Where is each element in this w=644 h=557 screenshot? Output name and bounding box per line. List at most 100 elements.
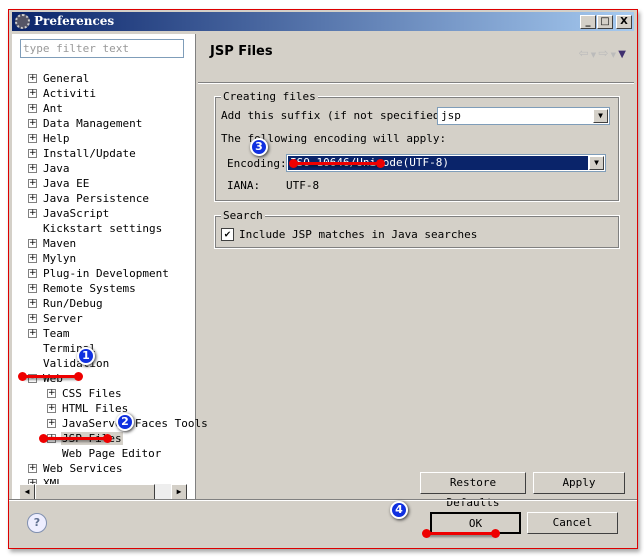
tree-item-label: Ant	[43, 102, 63, 115]
expand-icon[interactable]: +	[28, 209, 37, 218]
annotation-badge-4: 4	[390, 501, 408, 519]
tree-item-label: General	[43, 72, 90, 85]
back-arrow-icon[interactable]: ⇦	[578, 46, 588, 60]
tree-item-label: Java EE	[43, 177, 90, 190]
expand-icon[interactable]: +	[28, 179, 37, 188]
creating-files-group: Creating files Add this suffix (if not s…	[214, 90, 620, 202]
tree-item[interactable]: + Web Services	[28, 461, 123, 476]
expand-icon[interactable]: +	[28, 194, 37, 203]
tree-item[interactable]: + Ant	[28, 101, 64, 116]
scroll-thumb[interactable]	[35, 484, 155, 500]
expand-icon[interactable]: +	[47, 419, 56, 428]
expand-icon[interactable]: +	[28, 269, 37, 278]
ok-button[interactable]: OK	[430, 512, 521, 534]
tree-item[interactable]: Validation	[28, 356, 110, 371]
tree-item[interactable]: Kickstart settings	[28, 221, 163, 236]
tree-item[interactable]: + Java	[28, 161, 71, 176]
preferences-dialog: Preferences _ □ X type filter text + Gene…	[8, 9, 638, 549]
tree-item[interactable]: Web Page Editor	[47, 446, 162, 461]
filter-input[interactable]: type filter text	[20, 39, 184, 58]
annotation-underline-3	[289, 159, 385, 168]
back-dropdown-icon[interactable]: ▼	[589, 51, 599, 59]
tree-item[interactable]: + Java Persistence	[28, 191, 150, 206]
annotation-underline-2	[39, 434, 112, 443]
preferences-app-icon	[15, 14, 30, 29]
tree-item[interactable]: + Server	[28, 311, 84, 326]
maximize-button[interactable]: □	[597, 15, 613, 29]
expand-icon[interactable]: +	[28, 299, 37, 308]
include-jsp-checkbox[interactable]: ✔	[221, 228, 234, 241]
tree-item-label: Validation	[43, 357, 110, 370]
suffix-combo[interactable]: jsp ▼	[437, 107, 610, 125]
cancel-button[interactable]: Cancel	[527, 512, 618, 534]
tree-item[interactable]: + Team	[28, 326, 71, 341]
chevron-down-icon[interactable]: ▼	[593, 109, 608, 123]
tree-item[interactable]: + Help	[28, 131, 71, 146]
tree-item-label: Java	[43, 162, 70, 175]
annotation-underline-4	[422, 529, 500, 538]
tree-item[interactable]: + JavaScript	[28, 206, 110, 221]
expand-icon[interactable]: +	[28, 284, 37, 293]
scroll-left-icon[interactable]: ◀	[19, 484, 35, 500]
tree-horizontal-scrollbar[interactable]: ◀ ▶	[19, 484, 187, 500]
expand-icon[interactable]: +	[28, 134, 37, 143]
tree-item[interactable]: + Data Management	[28, 116, 143, 131]
expand-icon[interactable]: +	[28, 89, 37, 98]
tree-item[interactable]: + HTML Files	[47, 401, 129, 416]
help-icon[interactable]: ?	[27, 513, 47, 533]
expand-icon[interactable]: +	[28, 119, 37, 128]
iana-value: UTF-8	[286, 179, 320, 192]
include-jsp-label[interactable]: Include JSP matches in Java searches	[239, 228, 477, 241]
tree-item-label: Web Page Editor	[62, 447, 162, 460]
minimize-button[interactable]: _	[580, 15, 596, 29]
tree-item[interactable]: + Maven	[28, 236, 77, 251]
jsp-files-page: JSP Files ⇦ ▼ ⇨ ▼ ▼ Creating files Add t…	[198, 34, 634, 509]
tree-item[interactable]: + Plug-in Development	[28, 266, 170, 281]
view-menu-icon[interactable]: ▼	[618, 49, 626, 60]
expand-icon[interactable]: +	[28, 314, 37, 323]
annotation-badge-3: 3	[250, 138, 268, 156]
tree-item-label: CSS Files	[62, 387, 122, 400]
expand-icon[interactable]: +	[28, 464, 37, 473]
tree-item[interactable]: - Web	[28, 371, 64, 386]
expand-icon[interactable]: +	[47, 389, 56, 398]
expand-icon[interactable]: +	[28, 254, 37, 263]
forward-arrow-icon[interactable]: ⇨	[598, 46, 608, 60]
tree-item[interactable]: + Install/Update	[28, 146, 137, 161]
tree-item-label: Mylyn	[43, 252, 77, 265]
tree-item-label: Server	[43, 312, 83, 325]
restore-defaults-button[interactable]: Restore Defaults	[420, 472, 526, 509]
tree-item-label: Plug-in Development	[43, 267, 169, 280]
tree-item[interactable]: + General	[28, 71, 90, 86]
tree-item-label: Data Management	[43, 117, 143, 130]
close-button[interactable]: X	[616, 15, 632, 29]
chevron-down-icon[interactable]: ▼	[589, 156, 604, 170]
expand-icon[interactable]: +	[28, 329, 37, 338]
tree-item[interactable]: + Mylyn	[28, 251, 77, 266]
expand-icon[interactable]: +	[47, 404, 56, 413]
tree-item[interactable]: + Run/Debug	[28, 296, 104, 311]
tree-item-label: Team	[43, 327, 70, 340]
scroll-right-icon[interactable]: ▶	[171, 484, 187, 500]
expand-icon[interactable]: +	[28, 239, 37, 248]
annotation-badge-2: 2	[116, 413, 134, 431]
tree-item[interactable]: + Remote Systems	[28, 281, 137, 296]
window-title: Preferences	[34, 14, 115, 28]
tree-item[interactable]: + Activiti	[28, 86, 97, 101]
tree-item-label: Web	[43, 372, 63, 385]
tree-item-label: Install/Update	[43, 147, 136, 160]
expand-icon[interactable]: +	[28, 74, 37, 83]
tree-item-label: Kickstart settings	[43, 222, 163, 235]
expand-icon[interactable]: +	[28, 104, 37, 113]
tree-item[interactable]: + Java EE	[28, 176, 90, 191]
tree-item-label: Remote Systems	[43, 282, 136, 295]
apply-button[interactable]: Apply	[533, 472, 625, 494]
tree-item[interactable]: + CSS Files	[47, 386, 123, 401]
tree-item-label: Run/Debug	[43, 297, 103, 310]
search-group: Search ✔ Include JSP matches in Java sea…	[214, 209, 620, 249]
expand-icon[interactable]: +	[28, 149, 37, 158]
annotation-underline-1	[18, 372, 83, 381]
expand-icon[interactable]: +	[28, 164, 37, 173]
forward-dropdown-icon[interactable]: ▼	[608, 51, 618, 59]
search-legend: Search	[221, 209, 265, 222]
